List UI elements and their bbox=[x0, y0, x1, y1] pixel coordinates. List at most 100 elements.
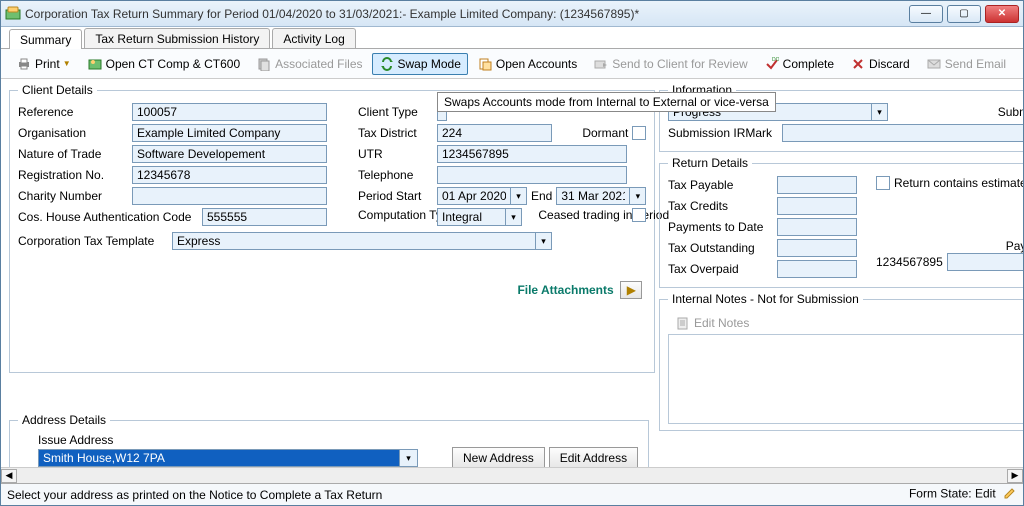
associated-files-label: Associated Files bbox=[275, 57, 362, 71]
credits-field[interactable] bbox=[777, 197, 857, 215]
notes-legend: Internal Notes - Not for Submission bbox=[668, 292, 863, 306]
email-icon bbox=[926, 56, 942, 72]
issue-address-label: Issue Address bbox=[38, 433, 640, 447]
swap-mode-tooltip: Swaps Accounts mode from Internal to Ext… bbox=[437, 92, 776, 112]
horizontal-scrollbar[interactable]: ◀ ▶ bbox=[1, 467, 1023, 483]
chevron-down-icon[interactable]: ▾ bbox=[506, 208, 522, 226]
open-accounts-button[interactable]: Open Accounts bbox=[470, 53, 584, 75]
estimated-label: Return contains estimated figures bbox=[894, 176, 994, 190]
chevron-down-icon[interactable]: ▾ bbox=[630, 187, 646, 205]
associated-files-button[interactable]: Associated Files bbox=[249, 53, 369, 75]
overpaid-field[interactable] bbox=[777, 260, 857, 278]
charity-field[interactable] bbox=[132, 187, 327, 205]
taxpay-field[interactable] bbox=[777, 176, 857, 194]
accounts-icon bbox=[477, 56, 493, 72]
discard-label: Discard bbox=[869, 57, 910, 71]
discard-button[interactable]: Discard bbox=[843, 53, 917, 75]
complete-label: Complete bbox=[783, 57, 834, 71]
open-ct-icon bbox=[87, 56, 103, 72]
pstart-field[interactable] bbox=[437, 187, 511, 205]
overpaid-label: Tax Overpaid bbox=[668, 262, 773, 276]
outstanding-label: Tax Outstanding bbox=[668, 241, 773, 255]
irmark-label: Submission IRMark bbox=[668, 126, 778, 140]
pend-field[interactable] bbox=[556, 187, 630, 205]
edit-notes-button[interactable]: Edit Notes bbox=[668, 312, 756, 334]
chevron-down-icon[interactable]: ▾ bbox=[399, 450, 417, 466]
ceased-label: Ceased trading in period bbox=[538, 208, 628, 222]
file-attachments-button[interactable]: ▶ bbox=[620, 281, 642, 299]
address-legend: Address Details bbox=[18, 413, 110, 427]
tel-field[interactable] bbox=[437, 166, 627, 184]
toolbar: Print ▼ Open CT Comp & CT600 Associated … bbox=[1, 49, 1023, 79]
organisation-label: Organisation bbox=[18, 126, 128, 140]
scroll-left-button[interactable]: ◀ bbox=[1, 469, 17, 483]
print-label: Print bbox=[35, 57, 60, 71]
issue-address-value: Smith House,W12 7PA bbox=[39, 450, 399, 466]
minimize-button[interactable]: — bbox=[909, 5, 943, 23]
nature-label: Nature of Trade bbox=[18, 147, 128, 161]
form-state-icon bbox=[1003, 486, 1017, 503]
close-button[interactable]: ✕ bbox=[985, 5, 1019, 23]
tab-activity[interactable]: Activity Log bbox=[272, 28, 355, 48]
send-client-label: Send to Client for Review bbox=[612, 57, 747, 71]
arrow-right-icon: ▶ bbox=[627, 283, 636, 297]
print-button[interactable]: Print ▼ bbox=[9, 53, 78, 75]
tab-history[interactable]: Tax Return Submission History bbox=[84, 28, 270, 48]
outstanding-field[interactable] bbox=[777, 239, 857, 257]
return-details-group: Return Details Tax Payable Tax Credits P… bbox=[659, 156, 1023, 288]
regno-label: Registration No. bbox=[18, 168, 128, 182]
payref-field[interactable] bbox=[947, 253, 1023, 271]
cos-label: Cos. House Authentication Code bbox=[18, 210, 198, 224]
notes-textarea[interactable] bbox=[668, 334, 1023, 424]
district-field[interactable] bbox=[437, 124, 552, 142]
internal-notes-group: Internal Notes - Not for Submission Edit… bbox=[659, 292, 1023, 431]
taxpay-label: Tax Payable bbox=[668, 178, 773, 192]
utr-field[interactable] bbox=[437, 145, 627, 163]
send-client-button[interactable]: Send to Client for Review bbox=[586, 53, 754, 75]
address-details-group: Address Details Issue Address Smith Hous… bbox=[9, 413, 649, 467]
open-ct-button[interactable]: Open CT Comp & CT600 bbox=[80, 53, 248, 75]
status-bar: Select your address as printed on the No… bbox=[1, 483, 1023, 505]
content-area: Swaps Accounts mode from Internal to Ext… bbox=[1, 79, 1023, 467]
comp-label: Computation Type bbox=[358, 208, 433, 222]
payments-field[interactable] bbox=[777, 218, 857, 236]
issue-address-select[interactable]: Smith House,W12 7PA ▾ bbox=[38, 449, 418, 467]
district-label: Tax District bbox=[358, 126, 433, 140]
comp-select[interactable] bbox=[437, 208, 506, 226]
reference-field[interactable] bbox=[132, 103, 327, 121]
organisation-field[interactable] bbox=[132, 124, 327, 142]
open-accounts-label: Open Accounts bbox=[496, 57, 577, 71]
scroll-right-button[interactable]: ▶ bbox=[1007, 469, 1023, 483]
edit-address-button[interactable]: Edit Address bbox=[549, 447, 638, 467]
template-label: Corporation Tax Template bbox=[18, 234, 168, 248]
dormant-checkbox[interactable] bbox=[632, 126, 646, 140]
tab-summary[interactable]: Summary bbox=[9, 29, 82, 49]
complete-button[interactable]: DONE Complete bbox=[757, 53, 841, 75]
chevron-down-icon[interactable]: ▾ bbox=[872, 103, 888, 121]
send-email-button[interactable]: Send Email bbox=[919, 53, 1013, 75]
status-message: Select your address as printed on the No… bbox=[7, 488, 382, 502]
chevron-down-icon[interactable]: ▾ bbox=[511, 187, 527, 205]
file-attachments-link[interactable]: File Attachments bbox=[517, 283, 613, 297]
regno-field[interactable] bbox=[132, 166, 327, 184]
dormant-label: Dormant bbox=[582, 126, 628, 140]
payref-value: 1234567895 bbox=[876, 255, 943, 269]
pstart-label: Period Start bbox=[358, 189, 433, 203]
payments-label: Payments to Date bbox=[668, 220, 773, 234]
swap-mode-label: Swap Mode bbox=[398, 57, 461, 71]
edit-notes-icon bbox=[675, 315, 691, 331]
utr-label: UTR bbox=[358, 147, 433, 161]
ceased-checkbox[interactable] bbox=[632, 208, 646, 222]
nature-field[interactable] bbox=[132, 145, 327, 163]
new-address-button[interactable]: New Address bbox=[452, 447, 545, 467]
maximize-button[interactable]: ▢ bbox=[947, 5, 981, 23]
irmark-field[interactable] bbox=[782, 124, 1023, 142]
open-ct-label: Open CT Comp & CT600 bbox=[106, 57, 241, 71]
swap-mode-button[interactable]: Swap Mode bbox=[372, 53, 468, 75]
charity-label: Charity Number bbox=[18, 189, 128, 203]
estimated-checkbox[interactable] bbox=[876, 176, 890, 190]
cos-field[interactable] bbox=[202, 208, 327, 226]
tel-label: Telephone bbox=[358, 168, 433, 182]
printer-icon bbox=[16, 56, 32, 72]
discard-icon bbox=[850, 56, 866, 72]
